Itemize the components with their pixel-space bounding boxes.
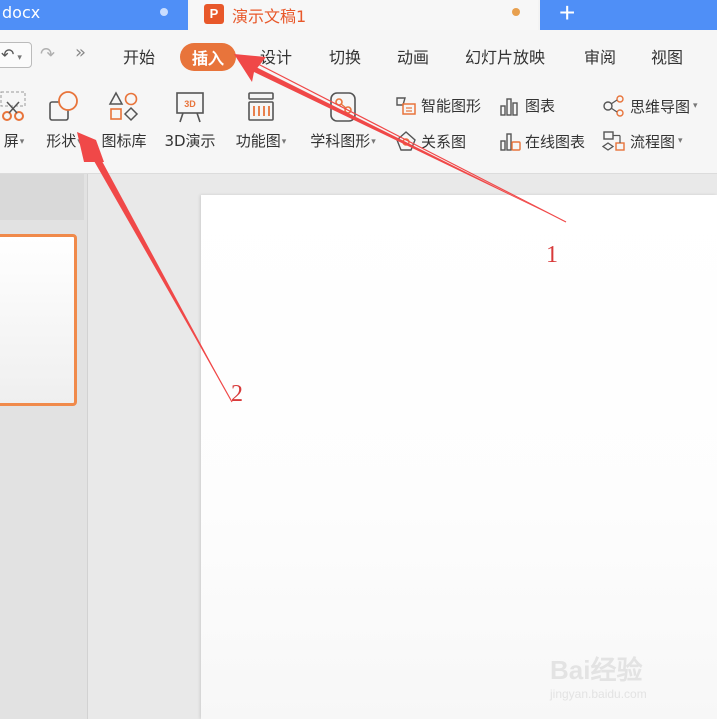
svg-text:3D: 3D [184,99,196,109]
icon-library-icon [108,91,139,122]
thumbnail-panel-header [0,174,84,220]
smart-art-label: 智能图形 [421,97,482,115]
bar-chart-icon [500,97,518,116]
tab-slideshow[interactable]: 幻灯片放映 [465,44,545,68]
screenshot-label: 屏 [3,132,19,150]
flowchart-label: 流程图 [630,132,676,151]
mind-map-button[interactable]: 思维导图 ▾ [602,95,698,117]
icon-library-label: 图标库 [101,132,147,150]
function-chart-button[interactable]: 功能图▾ [230,90,292,151]
tab-transition[interactable]: 切换 [329,44,361,68]
shapes-icon [49,91,78,121]
new-tab-button[interactable]: + [540,0,717,30]
3d-board-icon: 3D [176,92,204,123]
plus-icon: + [559,0,576,28]
undo-button[interactable]: ↶ ▾ [0,42,32,68]
watermark-url: jingyan.baidu.com [550,687,647,701]
redo-button[interactable]: ↷ [40,44,55,65]
chart-label: 图表 [525,97,556,115]
tab-insert[interactable]: 插入 [180,43,237,71]
online-chart-button[interactable]: 在线图表 [499,130,585,152]
chart-button[interactable]: 图表 [499,95,555,116]
shape-label: 形状 [46,132,77,150]
subject-chart-button[interactable]: 学科图形▾ [304,90,382,151]
scissors-icon [0,91,26,121]
undo-icon: ↶ [1,45,15,64]
icon-library-button[interactable]: 图标库 [98,90,150,151]
presentation-logo-icon: P [204,4,224,24]
online-chart-label: 在线图表 [525,132,586,151]
slide-thumbnail-panel [0,174,88,719]
tab-docx-document[interactable]: docx [0,0,188,30]
tab-docx-label: docx [2,3,41,22]
tab-view[interactable]: 视图 [651,44,683,68]
tab-review[interactable]: 审阅 [584,44,616,68]
tab-presentation[interactable]: P 演示文稿1 [190,0,538,30]
function-chart-icon [248,92,274,121]
online-chart-icon [500,133,521,151]
shape-button[interactable]: 形状▾ [40,90,88,151]
flowchart-button[interactable]: 流程图 ▾ [602,130,683,152]
insert-ribbon: 屏▾ 形状▾ 图标库 3D 3D演示 功能图▾ 学科图形▾ 智能图形 图表 思维… [0,82,717,174]
tab-strip: docx P 演示文稿1 + [0,0,717,30]
more-tabs-button[interactable]: » [75,42,86,63]
tab-presentation-label: 演示文稿1 [232,7,307,26]
tab-home[interactable]: 开始 [123,44,155,68]
baidu-jingyan-watermark: Bai经验 jingyan.baidu.com [550,650,647,701]
slide-editor[interactable] [201,195,717,719]
tab-status-dot [160,8,168,16]
3d-presentation-button[interactable]: 3D 3D演示 [161,90,219,151]
smart-art-icon [396,96,416,115]
smart-art-button[interactable]: 智能图形 [395,95,481,116]
tab-design[interactable]: 设计 [260,44,292,68]
watermark-brand: Bai经验 [550,655,643,685]
relation-chart-button[interactable]: 关系图 [395,130,466,152]
function-chart-label: 功能图 [235,132,281,150]
relation-chart-icon [396,131,416,151]
3d-presentation-label: 3D演示 [164,132,216,150]
flowchart-icon [602,131,625,151]
molecule-icon [330,92,356,122]
mind-map-icon [603,95,624,117]
slide-thumbnail[interactable] [0,234,77,406]
subject-chart-label: 学科图形 [310,132,371,150]
tab-animation[interactable]: 动画 [397,44,429,68]
unsaved-dot-icon [512,8,520,16]
screenshot-button[interactable]: 屏▾ [0,90,32,151]
menu-bar: ↶ ▾ ↷ » 开始 插入 设计 切换 动画 幻灯片放映 审阅 视图 [0,30,717,82]
relation-chart-label: 关系图 [421,132,467,151]
mind-map-label: 思维导图 [630,97,691,116]
